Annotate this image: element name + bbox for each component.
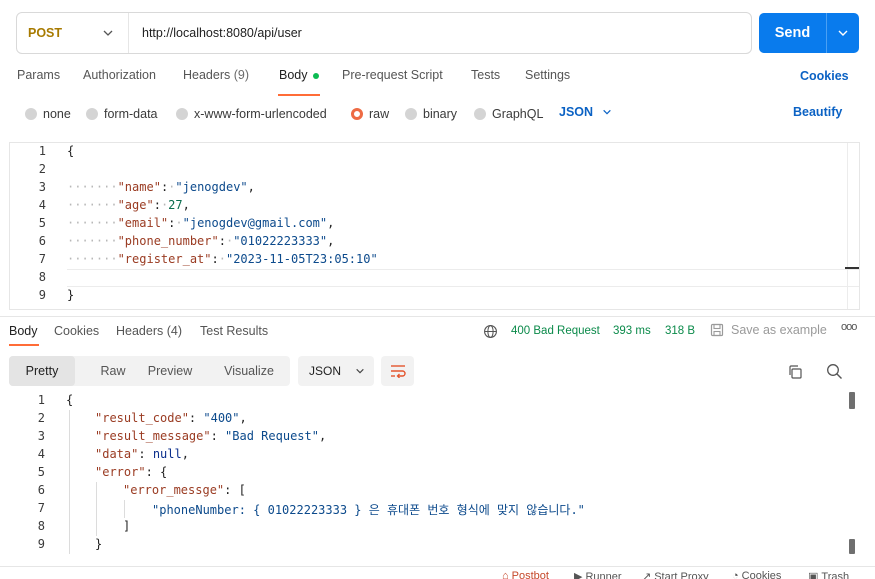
url-input[interactable]: http://localhost:8080/api/user <box>129 26 302 40</box>
search-icon[interactable] <box>826 363 843 380</box>
footer-cookies[interactable]: ◔ Cookies <box>732 570 781 579</box>
tab-params[interactable]: Params <box>17 68 60 86</box>
code-line: } <box>67 288 75 302</box>
active-tab-indicator <box>278 94 320 96</box>
runner-icon: ▶ <box>574 571 583 579</box>
cookies-link[interactable]: Cookies <box>800 69 849 83</box>
more-options-icon[interactable]: ooo <box>841 321 857 333</box>
wrap-lines-button[interactable] <box>381 356 414 386</box>
view-mode-visualize[interactable]: Visualize <box>214 356 284 386</box>
tab-headers[interactable]: Headers (9) <box>183 68 249 86</box>
modified-dot <box>312 72 319 79</box>
view-mode-pretty[interactable]: Pretty <box>9 356 75 386</box>
radio-form-data[interactable]: form-data <box>86 107 158 121</box>
code-line: ·······"email":·"jenogdev@gmail.com", <box>67 216 335 230</box>
wrap-lines-icon <box>390 365 406 378</box>
footer-start-proxy[interactable]: ↗ Start Proxy <box>642 570 709 579</box>
chevron-down-icon <box>838 30 848 36</box>
tab-body[interactable]: Body <box>279 68 319 86</box>
tab-tests[interactable]: Tests <box>471 68 500 86</box>
footer-postbot[interactable]: ⌂ Postbot <box>502 570 549 579</box>
footer-trash[interactable]: ▣ Trash <box>808 570 849 579</box>
postbot-icon: ⌂ <box>502 570 509 579</box>
tab-authorization[interactable]: Authorization <box>83 68 156 86</box>
send-label: Send <box>774 25 811 41</box>
response-format-select[interactable]: JSON <box>298 356 374 386</box>
save-icon <box>710 323 724 337</box>
method-label: POST <box>28 26 63 40</box>
code-line: ·······"name":·"jenogdev", <box>67 180 255 194</box>
code-line: } <box>95 537 103 551</box>
radio-graphql[interactable]: GraphQL <box>474 107 543 121</box>
code-line: ·······"phone_number":·"01022223333", <box>67 234 335 248</box>
method-select[interactable]: POST <box>17 13 129 53</box>
chevron-down-icon <box>103 30 113 36</box>
code-line: "error": { <box>95 465 168 479</box>
response-tab-headers[interactable]: Headers (4) <box>116 324 182 338</box>
code-line: { <box>66 393 74 407</box>
status-bar: ⌂ Postbot ▶ Runner ↗ Start Proxy ◔ Cookies ▣… <box>0 566 875 579</box>
tab-settings[interactable]: Settings <box>525 68 570 86</box>
code-line: "error_messge": [ <box>123 483 246 497</box>
chevron-down-icon <box>356 368 364 374</box>
code-line: ·······"age":·27, <box>67 198 190 212</box>
response-time[interactable]: 393 ms <box>613 325 651 337</box>
status-code[interactable]: 400 Bad Request <box>511 325 600 337</box>
footer-runner[interactable]: ▶ Runner <box>574 570 622 579</box>
response-scrollbar-thumb-bottom[interactable] <box>849 539 855 554</box>
radio-binary[interactable]: binary <box>405 107 457 121</box>
code-line: ] <box>123 519 131 533</box>
request-body-editor[interactable]: 1 2 3 4 5 6 7 8 9 { ·······"name":·"jeno… <box>9 142 860 310</box>
response-tab-body[interactable]: Body <box>9 324 38 338</box>
code-line: "phoneNumber: { 01022223333 } 은 휴대폰 번호 형… <box>152 503 585 517</box>
chevron-down-icon <box>603 109 611 115</box>
response-tab-cookies[interactable]: Cookies <box>54 324 99 338</box>
send-options-button[interactable] <box>827 27 859 39</box>
url-bar: POST http://localhost:8080/api/user <box>16 12 752 54</box>
radio-none[interactable]: none <box>25 107 71 121</box>
current-line-highlight <box>67 269 859 287</box>
response-size[interactable]: 318 B <box>665 325 695 337</box>
globe-icon[interactable] <box>483 324 498 339</box>
beautify-button[interactable]: Beautify <box>793 105 842 119</box>
copy-icon[interactable] <box>787 364 803 380</box>
response-body-viewer[interactable]: 1 2 3 4 5 6 7 8 9 { "result_code": "400"… <box>0 392 875 557</box>
response-scrollbar-thumb[interactable] <box>849 392 855 409</box>
code-line: "data": null, <box>95 447 189 461</box>
view-mode-selector: Pretty Raw Preview Visualize <box>9 356 290 386</box>
send-button[interactable]: Send <box>759 13 859 53</box>
radio-raw[interactable]: raw <box>351 107 389 121</box>
editor-scrollbar[interactable] <box>847 143 859 309</box>
code-line: "result_message": "Bad Request", <box>95 429 327 443</box>
proxy-icon: ↗ <box>642 571 652 579</box>
active-response-tab-indicator <box>9 344 39 346</box>
code-line: ·······"register_at":·"2023-11-05T23:05:… <box>67 252 378 266</box>
response-tab-test-results[interactable]: Test Results <box>200 324 268 338</box>
view-mode-preview[interactable]: Preview <box>137 356 203 386</box>
tab-pre-request-script[interactable]: Pre-request Script <box>342 68 443 86</box>
trash-icon: ▣ <box>808 571 819 579</box>
text-cursor <box>845 267 859 269</box>
radio-x-www-form-urlencoded[interactable]: x-www-form-urlencoded <box>176 107 327 121</box>
save-as-example-button[interactable]: Save as example <box>710 323 827 337</box>
code-line: { <box>67 144 75 158</box>
cookie-icon: ◔ <box>732 570 739 579</box>
code-line: "result_code": "400", <box>95 411 247 425</box>
body-format-select[interactable]: JSON <box>559 105 612 119</box>
